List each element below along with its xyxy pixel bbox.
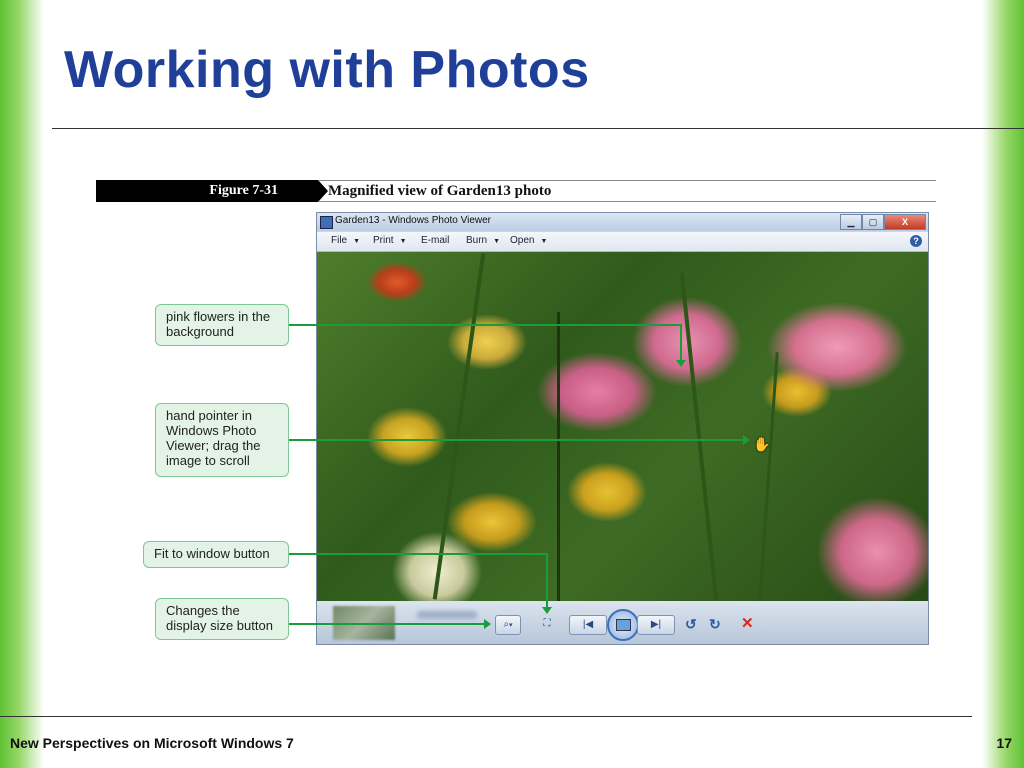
- window-title: Garden13 - Windows Photo Viewer: [335, 215, 492, 226]
- callout-line: [546, 553, 548, 609]
- figure-label: Figure 7-31: [96, 180, 318, 202]
- hand-pointer-icon: ✋: [753, 436, 771, 452]
- footer-text: New Perspectives on Microsoft Windows 7: [10, 735, 294, 751]
- left-green-bar: [0, 0, 44, 768]
- maximize-button[interactable]: ▢: [862, 214, 884, 230]
- title-divider: [52, 128, 1024, 129]
- callout-line: [289, 324, 681, 326]
- callout-line: [289, 439, 745, 441]
- fit-to-window-button[interactable]: ⛶: [539, 615, 555, 633]
- menu-open[interactable]: Open ▼: [510, 235, 547, 246]
- figure-header: Figure 7-31 Magnified view of Garden13 p…: [96, 180, 936, 202]
- chevron-down-icon: ▼: [399, 238, 407, 245]
- chevron-down-icon: ▼: [493, 238, 501, 245]
- flower-stem: [432, 253, 486, 600]
- flower-stem: [679, 272, 719, 601]
- garden-photo[interactable]: ✋: [317, 252, 928, 601]
- callout-arrowhead: [676, 360, 686, 367]
- footer-divider: [0, 716, 972, 717]
- trellis-post: [557, 312, 560, 601]
- photo-viewer-app-icon: [320, 216, 333, 229]
- menu-file[interactable]: File ▼: [331, 235, 360, 246]
- window-titlebar[interactable]: Garden13 - Windows Photo Viewer ▁ ▢ X: [317, 213, 928, 231]
- delete-button[interactable]: ✕: [741, 614, 754, 632]
- menu-burn[interactable]: Burn ▼: [466, 235, 500, 246]
- rotate-clockwise-button[interactable]: ↻: [709, 616, 721, 633]
- slideshow-button[interactable]: [607, 609, 639, 641]
- figure-caption: Magnified view of Garden13 photo: [328, 183, 552, 199]
- right-green-bar: [982, 0, 1024, 768]
- slide-title: Working with Photos: [64, 41, 590, 99]
- callout-line: [680, 324, 682, 362]
- callout-line: [289, 623, 485, 625]
- close-button[interactable]: X: [884, 214, 926, 230]
- menu-bar: File ▼ Print ▼ E-mail Burn ▼ Open ▼ ?: [317, 232, 928, 252]
- callout-line: [289, 553, 547, 555]
- callout-fit-to-window: Fit to window button: [143, 541, 289, 568]
- figure-label-arrow: [318, 180, 328, 202]
- callout-changes-display-size: Changes the display size button: [155, 598, 289, 640]
- minimize-button[interactable]: ▁: [840, 214, 862, 230]
- window-controls: ▁ ▢ X: [840, 214, 926, 230]
- help-icon[interactable]: ?: [910, 235, 922, 247]
- photo-viewer-window: Garden13 - Windows Photo Viewer ▁ ▢ X Fi…: [316, 212, 929, 645]
- callout-arrowhead: [542, 607, 552, 614]
- menu-print[interactable]: Print ▼: [373, 235, 407, 246]
- page-number: 17: [996, 735, 1012, 751]
- callout-arrowhead: [743, 435, 750, 445]
- previous-button[interactable]: |◀: [569, 615, 607, 635]
- rotate-counterclockwise-button[interactable]: ↺: [685, 616, 697, 633]
- callout-arrowhead: [484, 619, 491, 629]
- next-button[interactable]: ▶|: [637, 615, 675, 635]
- chevron-down-icon: ▼: [540, 238, 548, 245]
- callout-pink-flowers: pink flowers in the background: [155, 304, 289, 346]
- zoom-button[interactable]: ⌕▾: [495, 615, 521, 635]
- flower-stem: [758, 352, 779, 601]
- callout-hand-pointer: hand pointer in Windows Photo Viewer; dr…: [155, 403, 289, 477]
- chevron-down-icon: ▼: [353, 238, 361, 245]
- slideshow-icon: [616, 619, 631, 631]
- blurred-label: [417, 611, 477, 619]
- menu-email[interactable]: E-mail: [421, 235, 449, 246]
